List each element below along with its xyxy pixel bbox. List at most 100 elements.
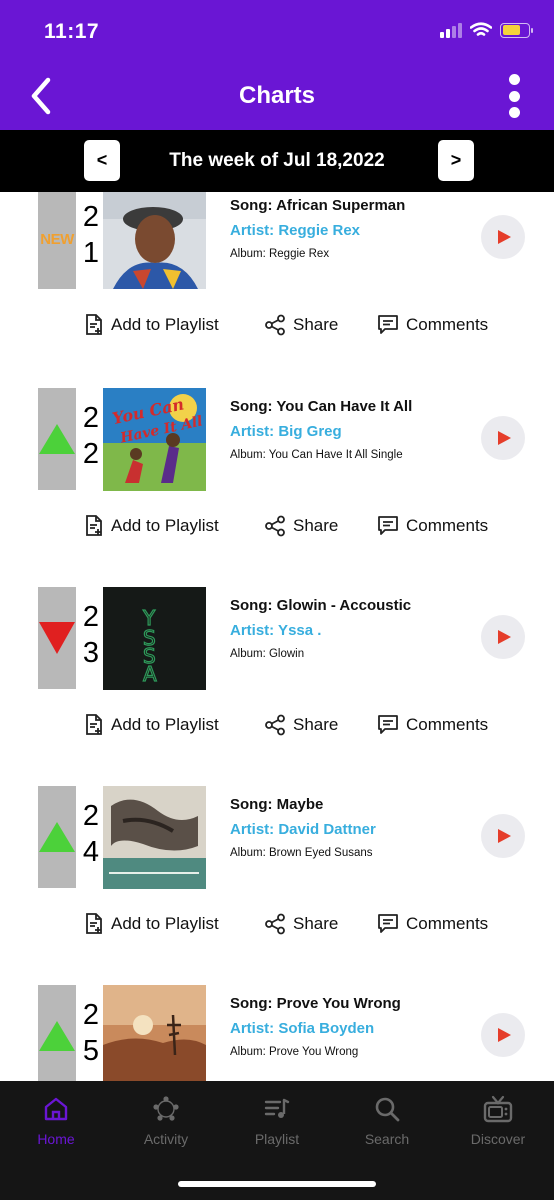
add-to-playlist-button[interactable]: Add to Playlist bbox=[84, 913, 219, 935]
song-title: Song: African Superman bbox=[230, 197, 406, 214]
add-to-playlist-label: Add to Playlist bbox=[111, 914, 219, 933]
share-button[interactable]: Share bbox=[264, 314, 338, 336]
rank-number: 2 4 bbox=[82, 800, 100, 868]
share-label: Share bbox=[293, 516, 339, 535]
next-week-button[interactable]: > bbox=[438, 140, 474, 181]
album-art-image bbox=[103, 786, 206, 889]
artist-link[interactable]: Artist: Big Greg bbox=[230, 423, 342, 440]
add-to-playlist-button[interactable]: Add to Playlist bbox=[84, 314, 219, 336]
home-indicator[interactable] bbox=[178, 1181, 376, 1187]
album-name: Album: You Can Have It All Single bbox=[230, 449, 403, 461]
comments-label: Comments bbox=[406, 914, 489, 933]
play-button[interactable] bbox=[481, 615, 525, 659]
rank-movement-box bbox=[38, 587, 76, 689]
comments-button[interactable]: Comments bbox=[377, 515, 488, 537]
add-to-playlist-button[interactable]: Add to Playlist bbox=[84, 515, 219, 537]
chart-entry: 2 5 Song: Prove You Wrong Artist: Sofia … bbox=[0, 985, 554, 1081]
add-to-playlist-icon bbox=[86, 314, 102, 335]
artist-link[interactable]: Artist: Reggie Rex bbox=[230, 222, 360, 239]
album-name: Album: Glowin bbox=[230, 648, 305, 660]
play-button[interactable] bbox=[481, 1013, 525, 1057]
share-icon bbox=[265, 913, 285, 935]
artist-link[interactable]: Artist: David Dattner bbox=[230, 821, 376, 838]
tv-icon bbox=[483, 1095, 513, 1123]
activity-icon bbox=[153, 1096, 179, 1121]
status-icons bbox=[440, 22, 533, 38]
tab-label: Search bbox=[364, 1131, 410, 1147]
album-art[interactable] bbox=[103, 192, 206, 289]
add-to-playlist-label: Add to Playlist bbox=[111, 715, 219, 734]
tab-search[interactable]: Search bbox=[332, 1095, 442, 1147]
rank-up-icon bbox=[39, 1021, 75, 1051]
album-art-image: Y S S A bbox=[103, 587, 206, 690]
share-button[interactable]: Share bbox=[264, 714, 338, 736]
share-button[interactable]: Share bbox=[264, 913, 338, 935]
comments-button[interactable]: Comments bbox=[377, 314, 488, 336]
rank-number: 2 5 bbox=[82, 999, 100, 1067]
song-title: Song: Glowin - Accoustic bbox=[230, 597, 412, 614]
play-icon bbox=[498, 829, 511, 843]
tab-label: Playlist bbox=[254, 1131, 300, 1147]
chart-entry: NEW 2 1 Song: African Superman Artist: R… bbox=[0, 192, 554, 389]
play-icon bbox=[498, 1028, 511, 1042]
status-bar: 11:17 bbox=[0, 0, 554, 64]
comments-label: Comments bbox=[406, 516, 489, 535]
comments-button[interactable]: Comments bbox=[377, 714, 488, 736]
cellular-signal-icon bbox=[440, 22, 462, 38]
comments-icon bbox=[378, 715, 398, 734]
add-to-playlist-icon bbox=[86, 515, 102, 536]
album-art-image: You Can Have It All bbox=[103, 388, 206, 491]
share-button[interactable]: Share bbox=[264, 515, 338, 537]
playlist-icon bbox=[264, 1098, 290, 1118]
add-to-playlist-label: Add to Playlist bbox=[111, 516, 219, 535]
rank-up-icon bbox=[39, 822, 75, 852]
chart-entry: 2 3 Y S S A Song: Glowin - Accoustic Art… bbox=[0, 587, 554, 787]
tab-discover[interactable]: Discover bbox=[443, 1095, 553, 1147]
battery-fill bbox=[502, 25, 520, 35]
more-options-button[interactable] bbox=[504, 74, 524, 118]
rank-number: 2 3 bbox=[82, 601, 100, 669]
page-title: Charts bbox=[238, 82, 316, 109]
chart-entry: 2 4 Song: Maybe Artist: David Dattner Al… bbox=[0, 786, 554, 986]
new-entry-badge: NEW bbox=[40, 230, 74, 248]
status-time: 11:17 bbox=[44, 20, 100, 43]
add-to-playlist-button[interactable]: Add to Playlist bbox=[84, 714, 219, 736]
album-art[interactable]: You Can Have It All bbox=[103, 388, 206, 491]
nav-bar: Charts bbox=[0, 64, 554, 130]
comments-label: Comments bbox=[406, 315, 489, 334]
tab-activity[interactable]: Activity bbox=[111, 1095, 221, 1147]
album-name: Album: Brown Eyed Susans bbox=[230, 847, 373, 859]
play-button[interactable] bbox=[481, 215, 525, 259]
comments-icon bbox=[378, 315, 398, 334]
comments-icon bbox=[378, 516, 398, 535]
share-icon bbox=[265, 314, 285, 336]
share-label: Share bbox=[293, 914, 339, 933]
entry-actions: Add to Playlist Share Comments bbox=[0, 515, 554, 545]
comments-button[interactable]: Comments bbox=[377, 913, 488, 935]
home-icon bbox=[44, 1097, 68, 1121]
album-art[interactable] bbox=[103, 786, 206, 889]
battery-icon bbox=[500, 22, 533, 38]
album-art[interactable]: Y S S A bbox=[103, 587, 206, 690]
share-label: Share bbox=[293, 715, 339, 734]
tab-label: Discover bbox=[470, 1131, 526, 1147]
album-art[interactable] bbox=[103, 985, 206, 1081]
rank-number: 2 1 bbox=[82, 201, 100, 269]
album-name: Album: Reggie Rex bbox=[230, 248, 330, 260]
add-to-playlist-icon bbox=[86, 714, 102, 735]
tab-home[interactable]: Home bbox=[1, 1095, 111, 1147]
artist-link[interactable]: Artist: Sofia Boyden bbox=[230, 1020, 374, 1037]
tab-playlist[interactable]: Playlist bbox=[222, 1095, 332, 1147]
artist-link[interactable]: Artist: Yssa . bbox=[230, 622, 321, 639]
song-title: Song: Prove You Wrong bbox=[230, 995, 401, 1012]
comments-label: Comments bbox=[406, 715, 489, 734]
entry-actions: Add to Playlist Share Comments bbox=[0, 314, 554, 344]
play-button[interactable] bbox=[481, 814, 525, 858]
vertical-ellipsis-icon bbox=[508, 74, 520, 85]
play-button[interactable] bbox=[481, 416, 525, 460]
rank-number: 2 2 bbox=[82, 402, 100, 470]
chart-list[interactable]: NEW 2 1 Song: African Superman Artist: R… bbox=[0, 192, 554, 1081]
rank-movement-box bbox=[38, 388, 76, 490]
song-title: Song: You Can Have It All bbox=[230, 398, 413, 415]
album-name: Album: Prove You Wrong bbox=[230, 1046, 359, 1058]
